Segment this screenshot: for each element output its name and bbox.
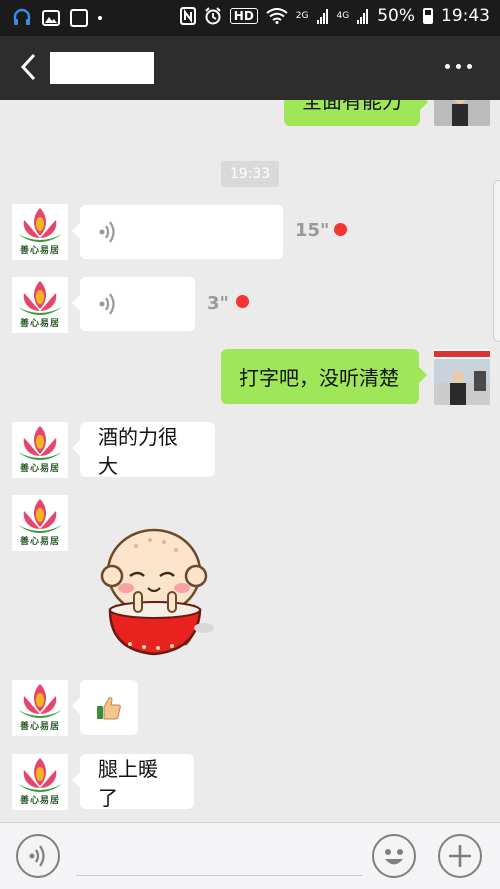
message-bubble-sent[interactable]: 全面有能力 xyxy=(284,100,428,126)
wifi-icon xyxy=(266,8,288,24)
plus-icon xyxy=(449,845,471,867)
chevron-left-icon[interactable] xyxy=(18,52,40,82)
unread-dot xyxy=(334,223,347,236)
contact-avatar[interactable]: 善心易居 xyxy=(12,495,68,551)
message-bubble-received[interactable] xyxy=(72,680,138,735)
contact-avatar[interactable]: 善心易居 xyxy=(12,422,68,478)
headset-icon xyxy=(13,8,31,25)
battery-icon xyxy=(423,8,433,24)
message-bubble-received[interactable]: 酒的力很大 xyxy=(72,422,215,478)
contact-logo-text: 善心易居 xyxy=(19,537,60,547)
message-text: 打字吧，没听清楚 xyxy=(239,366,399,390)
message-bubble-sent[interactable]: 打字吧，没听清楚 xyxy=(221,349,427,404)
plus-button[interactable] xyxy=(438,834,482,878)
voice-wave-icon xyxy=(99,293,115,315)
voice-message-bubble[interactable] xyxy=(72,277,195,331)
gallery-icon xyxy=(42,10,60,26)
message-text: 酒的力很大 xyxy=(98,424,178,478)
chat-area[interactable]: 全面有能力 19:33 善心易居 15" 善心易居 3" 打字吧，没听清楚 善心… xyxy=(0,100,500,822)
scroll-indicator[interactable] xyxy=(493,180,500,342)
contact-logo-text: 善心易居 xyxy=(19,319,60,329)
clock: 19:43 xyxy=(441,6,490,26)
contact-avatar[interactable]: 善心易居 xyxy=(12,277,68,333)
voice-duration: 3" xyxy=(207,293,229,314)
message-input[interactable] xyxy=(76,875,362,876)
app-s-icon xyxy=(70,9,88,27)
contact-logo-text: 善心易居 xyxy=(19,796,60,806)
voice-toggle-icon xyxy=(29,845,45,867)
signal-icon-2 xyxy=(357,9,369,24)
alarm-icon xyxy=(205,7,221,25)
contact-logo-text: 善心易居 xyxy=(19,464,60,474)
emoji-button[interactable] xyxy=(372,834,416,878)
input-bar xyxy=(0,822,500,889)
voice-toggle-button[interactable] xyxy=(16,834,60,878)
message-bubble-received[interactable]: 腿上暖了 xyxy=(72,754,194,810)
chat-header xyxy=(0,36,500,100)
signal-2g-label: 2G xyxy=(295,10,309,21)
contact-avatar[interactable]: 善心易居 xyxy=(12,754,68,810)
user-avatar[interactable] xyxy=(434,100,490,126)
contact-name-redacted xyxy=(50,52,154,84)
contact-logo-text: 善心易居 xyxy=(19,722,60,732)
message-text: 全面有能力 xyxy=(302,100,402,113)
user-avatar[interactable] xyxy=(434,349,490,405)
signal-2g: 2G xyxy=(295,10,309,21)
battery-percent: 50% xyxy=(377,6,415,26)
status-bar: HD 2G 4G 50% 19:43 xyxy=(0,0,500,36)
signal-4g-label: 4G xyxy=(336,10,350,21)
emoji-icon xyxy=(385,849,403,865)
nfc-icon xyxy=(179,7,196,25)
contact-avatar[interactable]: 善心易居 xyxy=(12,680,68,736)
contact-avatar[interactable]: 善心易居 xyxy=(12,204,68,260)
hd-badge: HD xyxy=(229,8,258,24)
monk-bowl-sticker[interactable] xyxy=(94,520,216,660)
signal-4g: 4G xyxy=(336,10,350,21)
contact-logo-text: 善心易居 xyxy=(19,246,60,256)
voice-duration: 15" xyxy=(295,220,330,241)
unread-dot xyxy=(236,295,249,308)
voice-wave-icon xyxy=(99,221,115,243)
message-timestamp: 19:33 xyxy=(221,161,279,187)
thumbs-up-icon xyxy=(97,696,121,719)
message-text: 腿上暖了 xyxy=(98,756,158,810)
signal-icon xyxy=(316,9,328,24)
more-notifications-dot xyxy=(98,16,102,20)
system-indicators: HD 2G 4G 50% 19:43 xyxy=(179,6,490,26)
voice-message-bubble[interactable] xyxy=(72,205,283,259)
notification-icons xyxy=(12,8,102,28)
more-dots-icon[interactable] xyxy=(445,64,472,69)
